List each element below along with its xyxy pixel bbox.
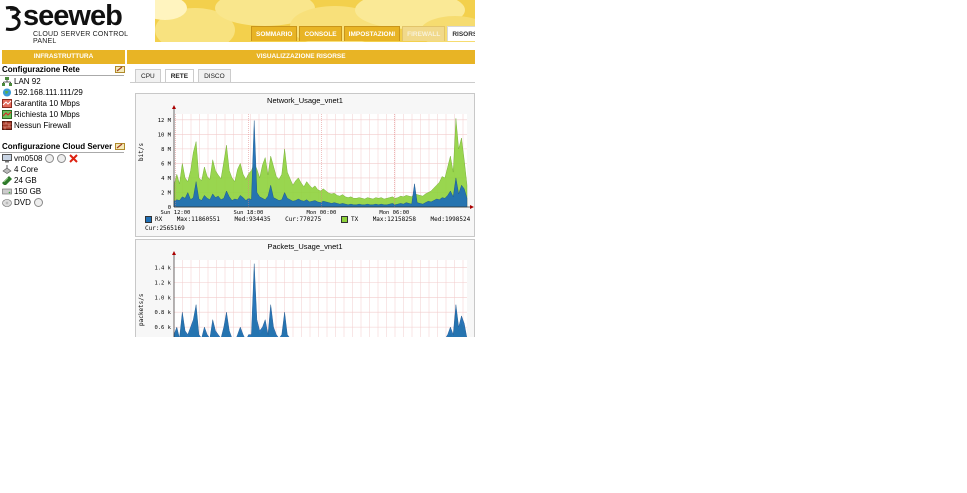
tx-med: Med:1998524	[430, 216, 471, 223]
y-tick-label: 1.4 k	[154, 265, 171, 271]
dvd-icon	[2, 199, 12, 207]
packets-chart-plot: 0.4 k0.6 k0.8 k1.0 k1.2 k1.4 k	[154, 251, 467, 337]
globe-icon	[2, 88, 12, 97]
ram-icon	[2, 176, 12, 185]
server-icon	[2, 154, 12, 163]
edit-server-icon[interactable]	[115, 143, 125, 150]
brand-tagline: CLOUD SERVER CONTROL PANEL	[33, 31, 129, 45]
rx-cur: Cur:770275	[285, 216, 322, 223]
chart-legend-rx: RX Max:11860551 Med:934435 Cur:770275	[145, 216, 321, 223]
vm-reboot-button[interactable]	[57, 154, 67, 163]
main-navigation: SOMMARIO CONSOLE IMPOSTAZIONI FIREWALL R…	[251, 26, 475, 41]
rx-med: Med:934435	[234, 216, 271, 223]
server-item-disk: 150 GB	[2, 186, 41, 197]
y-axis-arrow	[172, 251, 176, 255]
seeweb-logo[interactable]: seeweb CLOUD SERVER CONTROL PANEL	[3, 0, 153, 45]
disk-label: 150 GB	[14, 187, 42, 196]
rx-name: RX	[155, 216, 163, 223]
tab-impostazioni[interactable]: IMPOSTAZIONI	[343, 26, 401, 41]
edit-network-icon[interactable]	[115, 66, 125, 73]
disk-icon	[2, 188, 12, 195]
packets-usage-graph: Packets_Usage_vnet1 packets/s 0.4 k 0.6 k…	[135, 239, 475, 337]
x-axis-arrow	[470, 205, 474, 209]
requested-bandwidth-label: Richiesta 10 Mbps	[14, 110, 80, 119]
y-axis-arrow	[172, 105, 176, 109]
tx-max: Max:12158258	[372, 216, 417, 223]
y-tick-label: 10 M	[158, 132, 172, 138]
dvd-eject-button[interactable]	[33, 198, 43, 207]
tab-disco[interactable]: DISCO	[198, 69, 231, 82]
rx-max: Max:11860551	[176, 216, 221, 223]
server-item-dvd: DVD	[2, 197, 43, 208]
bandwidth-request-icon	[2, 110, 12, 119]
tab-risorse[interactable]: RISORSE	[447, 26, 475, 41]
cpu-icon	[2, 165, 12, 174]
server-item-cpu: 4 Core	[2, 164, 38, 175]
network-usage-graph: Network_Usage_vnet1 bit/s 02 M4 M6 M8 M1…	[135, 93, 475, 237]
cpu-label: 4 Core	[14, 165, 39, 174]
guaranteed-bandwidth-label: Garantita 10 Mbps	[14, 99, 80, 108]
network-chart-plot: 02 M4 M6 M8 M10 M12 MSun 12:00 Sun 18:00 M…	[158, 105, 474, 216]
server-item-vm: vm0508	[2, 153, 79, 164]
tabs-divider	[130, 82, 475, 83]
brand-name: seeweb	[23, 0, 123, 32]
resource-tabs: CPU RETE DISCO	[135, 69, 235, 82]
tab-sommario[interactable]: SOMMARIO	[251, 26, 298, 41]
dvd-label: DVD	[14, 198, 31, 207]
ip-label: 192.168.111.111/29	[14, 88, 83, 97]
lan-icon	[2, 77, 12, 86]
tab-cpu[interactable]: CPU	[135, 69, 161, 82]
y-tick-label: 12 M	[158, 118, 172, 124]
network-item-requested: Richiesta 10 Mbps	[2, 109, 80, 120]
y-tick-label: 2 M	[161, 190, 172, 196]
bandwidth-icon	[2, 99, 12, 108]
firewall-label: Nessun Firewall	[14, 121, 71, 130]
rx-swatch	[145, 216, 152, 223]
lan-label: LAN 92	[14, 77, 41, 86]
chart-legend-tx: TX Max:12158258 Med:1998524	[341, 216, 470, 223]
network-item-lan: LAN 92	[2, 76, 41, 87]
tab-console[interactable]: CONSOLE	[299, 26, 342, 41]
y-tick-label: 1.2 k	[154, 280, 171, 286]
tx-cur: Cur:2565169	[145, 225, 185, 232]
tx-swatch	[341, 216, 348, 223]
y-tick-label: 1.0 k	[154, 295, 171, 301]
vm-name: vm0508	[14, 154, 43, 163]
ram-label: 24 GB	[14, 176, 37, 185]
tab-firewall[interactable]: FIREWALL	[402, 26, 446, 41]
logo-mark-icon	[5, 6, 21, 31]
y-tick-label: 6 M	[161, 161, 172, 167]
plot-area	[174, 260, 467, 337]
network-config-title: Configurazione Rete	[2, 65, 80, 74]
tab-rete[interactable]: RETE	[164, 69, 195, 82]
y-tick-label: 0.6 k	[154, 325, 171, 331]
vm-delete-icon[interactable]	[69, 154, 79, 163]
server-config-title: Configurazione Cloud Server	[2, 142, 113, 151]
server-item-ram: 24 GB	[2, 175, 37, 186]
vm-power-button[interactable]	[45, 154, 55, 163]
control-panel-window: seeweb CLOUD SERVER CONTROL PANEL SOMMAR…	[0, 0, 475, 337]
tx-name: TX	[351, 216, 359, 223]
network-item-guaranteed: Garantita 10 Mbps	[2, 98, 80, 109]
network-item-firewall: Nessun Firewall	[2, 120, 71, 131]
y-tick-label: 4 M	[161, 176, 172, 182]
y-tick-label: 0.8 k	[154, 310, 171, 316]
main-header: VISUALIZZAZIONE RISORSE	[127, 50, 475, 64]
sidebar-header: INFRASTRUTTURA	[2, 50, 125, 64]
y-tick-label: 8 M	[161, 147, 172, 153]
page-header: seeweb CLOUD SERVER CONTROL PANEL SOMMAR…	[0, 0, 475, 46]
network-item-ip: 192.168.111.111/29	[2, 87, 83, 98]
firewall-icon	[2, 121, 12, 130]
